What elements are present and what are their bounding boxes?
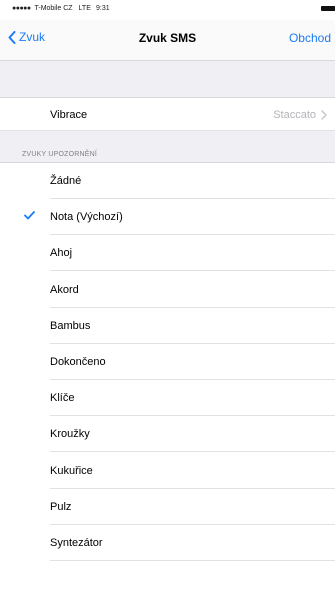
vibration-value: Staccato	[273, 109, 327, 121]
status-bar: ●●●●● T-Mobile CZ LTE 9:31	[0, 0, 335, 20]
vibration-label: Vibrace	[50, 108, 88, 121]
store-button[interactable]: Obchod	[289, 31, 331, 45]
group-spacer	[0, 61, 335, 97]
tone-label: Pulz	[50, 500, 72, 513]
section-header: ZVUKY UPOZORNĚNÍ	[22, 151, 98, 158]
tone-label: Akord	[50, 283, 79, 296]
tone-item[interactable]: Bambus	[0, 307, 335, 344]
tone-item[interactable]: Žádné	[0, 163, 335, 199]
tone-item[interactable]: Kukuřice	[0, 452, 335, 489]
tone-label: Kukuřice	[50, 464, 93, 477]
vibration-value-text: Staccato	[273, 108, 316, 121]
navigation-bar: Zvuk Zvuk SMS Obchod	[0, 20, 335, 61]
carrier-info: ●●●●● T-Mobile CZ LTE	[12, 5, 91, 12]
tone-item[interactable]: Dokončeno	[0, 344, 335, 380]
carrier-name: T-Mobile CZ	[34, 5, 73, 12]
tone-label: Bambus	[50, 319, 91, 332]
divider	[50, 560, 335, 561]
tone-item[interactable]: Pulz	[0, 488, 335, 525]
page-title: Zvuk SMS	[138, 31, 197, 45]
tone-label: Klíče	[50, 392, 75, 405]
network-type: LTE	[78, 5, 91, 12]
status-time: 9:31	[96, 5, 110, 12]
checkmark-icon	[24, 211, 35, 220]
tone-label: Dokončeno	[50, 356, 106, 368]
tone-item[interactable]: Kroužky	[0, 416, 335, 453]
signal-strength-icon: ●●●●●	[12, 5, 31, 12]
tone-label: Syntezátor	[50, 537, 103, 549]
tone-item[interactable]: Syntezátor	[0, 525, 335, 561]
battery-icon	[321, 6, 335, 11]
tone-item[interactable]: Akord	[0, 271, 335, 308]
tone-label: Nota (Výchozí)	[50, 211, 123, 224]
tone-label: Ahoj	[50, 247, 73, 260]
vibration-row[interactable]: Vibrace Staccato	[0, 98, 335, 131]
tone-item[interactable]: Ahoj	[0, 235, 335, 272]
tone-label: Žádné	[50, 175, 82, 187]
tone-label: Kroužky	[50, 428, 90, 441]
tone-item[interactable]: Klíče	[0, 380, 335, 417]
tone-item[interactable]: Nota (Výchozí)	[0, 199, 335, 236]
chevron-right-icon	[321, 109, 327, 120]
